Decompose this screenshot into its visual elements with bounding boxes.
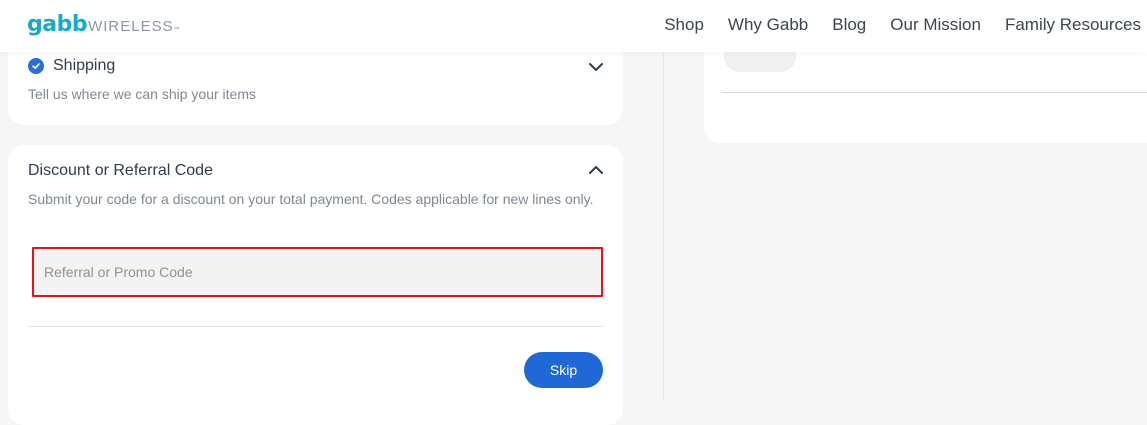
shipping-step-header: Shipping bbox=[28, 57, 115, 75]
column-divider bbox=[663, 52, 664, 400]
nav-shop[interactable]: Shop bbox=[664, 15, 704, 35]
discount-step-card: Discount or Referral Code Submit your co… bbox=[8, 145, 623, 425]
logo-main-text: gabb bbox=[27, 12, 88, 37]
discount-step-header[interactable]: Discount or Referral Code bbox=[28, 162, 213, 180]
main-nav: Shop Why Gabb Blog Our Mission Family Re… bbox=[640, 15, 1141, 35]
shipping-description: Tell us where we can ship your items bbox=[28, 86, 256, 102]
site-header: gabb WIRELESS ™ Shop Why Gabb Blog Our M… bbox=[0, 0, 1147, 52]
logo-trademark: ™ bbox=[173, 27, 180, 33]
nav-family-resources[interactable]: Family Resources bbox=[1005, 15, 1141, 35]
nav-blog[interactable]: Blog bbox=[832, 15, 866, 35]
skip-button[interactable]: Skip bbox=[524, 352, 603, 388]
discount-divider bbox=[28, 326, 603, 327]
nav-why-gabb[interactable]: Why Gabb bbox=[728, 15, 808, 35]
summary-divider bbox=[722, 92, 1147, 93]
check-circle-icon bbox=[28, 58, 44, 74]
promo-code-input[interactable] bbox=[44, 264, 591, 280]
logo-sub-text: WIRELESS bbox=[88, 18, 174, 35]
chevron-down-icon[interactable] bbox=[587, 58, 605, 76]
chevron-up-icon[interactable] bbox=[587, 161, 605, 179]
promo-code-field[interactable] bbox=[32, 247, 603, 297]
shipping-title: Shipping bbox=[53, 57, 116, 74]
nav-our-mission[interactable]: Our Mission bbox=[890, 15, 981, 35]
discount-description: Submit your code for a discount on your … bbox=[28, 191, 594, 207]
discount-title: Discount or Referral Code bbox=[28, 162, 213, 179]
gabb-wireless-logo[interactable]: gabb WIRELESS ™ bbox=[27, 12, 180, 37]
